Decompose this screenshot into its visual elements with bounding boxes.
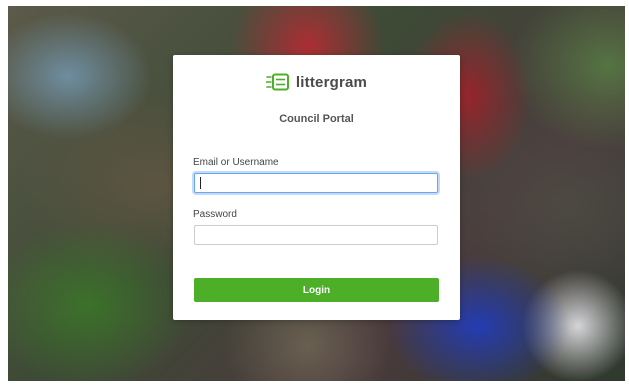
password-label: Password [193, 209, 237, 220]
littergram-logo-icon [265, 73, 289, 91]
portal-title: Council Portal [279, 113, 354, 125]
login-button[interactable]: Login [194, 278, 439, 302]
text-cursor [200, 177, 201, 189]
brand-name: littergram [295, 73, 368, 91]
page: littergram Council Portal Email or Usern… [0, 0, 629, 385]
brand-logo: littergram [173, 73, 460, 91]
login-card: littergram Council Portal Email or Usern… [173, 55, 460, 320]
email-label: Email or Username [193, 157, 279, 168]
password-field[interactable] [194, 225, 438, 245]
email-field[interactable] [194, 173, 438, 193]
